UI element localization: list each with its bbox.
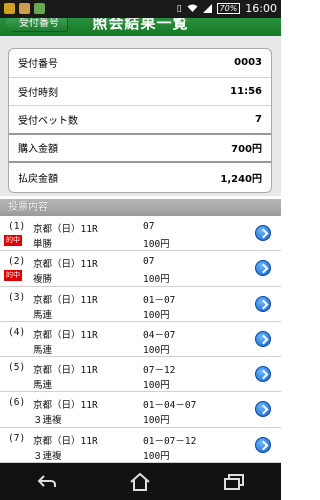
bet-combination: 07－12	[143, 365, 176, 377]
chevron-right-icon[interactable]	[255, 366, 271, 383]
clock: 16:00	[245, 2, 277, 15]
chevron-right-icon[interactable]	[255, 260, 271, 277]
bet-row[interactable]: (4) 京都（日）11R 馬連 04－07 100円	[0, 322, 281, 358]
summary-label: 受付番号	[18, 59, 58, 71]
bet-combination: 01－04－07	[143, 400, 197, 412]
bet-number: (3)	[8, 291, 26, 303]
bets-section-header: 投票内容	[0, 199, 281, 216]
bet-number: (5)	[8, 362, 26, 374]
bet-combination: 01－07	[143, 294, 176, 306]
chevron-right-icon[interactable]	[255, 401, 271, 418]
bet-amount: 100円	[143, 450, 170, 462]
nav-home-button[interactable]	[110, 467, 170, 497]
summary-row-receipt-number: 受付番号 0003	[9, 49, 271, 78]
hit-badge: 的中	[4, 235, 22, 246]
status-bar: ▯ 70% 16:00	[0, 0, 281, 18]
system-nav-bar	[0, 463, 281, 500]
summary-section: 受付番号 0003 受付時刻 11:56 受付ベット数 7 購入金額 700円 …	[0, 36, 281, 196]
bet-amount: 100円	[143, 344, 170, 356]
summary-value: 0003	[234, 57, 262, 69]
bet-amount: 100円	[143, 274, 170, 286]
bet-number: (4)	[8, 326, 26, 338]
bet-race: 京都（日）11R	[33, 259, 98, 271]
bet-number: (1)	[8, 221, 26, 232]
bet-row[interactable]: (3) 京都（日）11R 馬連 01－07 100円	[0, 287, 281, 322]
vibrate-icon: ▯	[176, 3, 182, 14]
summary-row-bet-count: 受付ベット数 7	[9, 106, 271, 135]
summary-value: 7	[255, 113, 262, 125]
notification-icon	[4, 3, 15, 14]
bet-row[interactable]: (1) 的中 京都（日）11R 単勝 07 100円	[0, 216, 281, 252]
summary-label: 払戻金額	[18, 173, 58, 185]
bet-race: 京都（日）11R	[33, 435, 98, 447]
bet-type: ３連複	[33, 415, 62, 427]
bet-combination: 07	[143, 256, 155, 268]
bet-amount: 100円	[143, 309, 170, 321]
bet-list[interactable]: (1) 的中 京都（日）11R 単勝 07 100円 (2) 的中 京都（日）1…	[0, 216, 281, 463]
bet-race: 京都（日）11R	[33, 400, 98, 412]
bet-race: 京都（日）11R	[33, 224, 98, 235]
summary-label: 受付時刻	[18, 87, 58, 99]
bet-type: 複勝	[33, 274, 53, 286]
bet-row[interactable]: (2) 的中 京都（日）11R 複勝 07 100円	[0, 251, 281, 287]
status-right: ▯ 70% 16:00	[177, 2, 277, 15]
signal-icon	[202, 4, 212, 13]
bet-combination: 07	[143, 221, 155, 232]
app-icon	[19, 3, 30, 14]
summary-row-purchase-amount: 購入金額 700円	[9, 135, 271, 163]
chevron-right-icon[interactable]	[255, 436, 271, 453]
summary-value: 1,240円	[220, 173, 262, 185]
bet-amount: 100円	[143, 415, 170, 427]
bet-type: 馬連	[33, 380, 53, 392]
bet-combination: 04－07	[143, 329, 176, 341]
bet-row[interactable]: (6) 京都（日）11R ３連複 01－04－07 100円	[0, 392, 281, 428]
bet-row[interactable]: (5) 京都（日）11R 馬連 07－12 100円	[0, 357, 281, 393]
battery-icon: 70%	[216, 3, 241, 14]
bet-number: (7)	[8, 432, 26, 444]
status-left-icons	[4, 3, 45, 14]
summary-value: 11:56	[230, 85, 262, 97]
app-header: 受付番号 照会結果一覧	[0, 18, 281, 36]
bet-race: 京都（日）11R	[33, 365, 98, 377]
bet-number: (6)	[8, 397, 26, 409]
summary-value: 700円	[231, 144, 262, 156]
recent-apps-icon	[224, 473, 245, 490]
bet-type: 単勝	[33, 239, 53, 250]
bet-row[interactable]: (7) 京都（日）11R ３連複 01－07－12 100円	[0, 428, 281, 463]
summary-card: 受付番号 0003 受付時刻 11:56 受付ベット数 7 購入金額 700円 …	[8, 48, 272, 193]
nav-recent-button[interactable]	[204, 467, 264, 497]
chevron-right-icon[interactable]	[255, 225, 271, 241]
summary-row-receipt-time: 受付時刻 11:56	[9, 78, 271, 106]
home-icon	[130, 472, 151, 491]
bet-type: ３連複	[33, 450, 62, 462]
page-title: 照会結果一覧	[92, 18, 189, 32]
bet-type: 馬連	[33, 309, 53, 321]
bet-race: 京都（日）11R	[33, 329, 98, 341]
summary-row-payout-amount: 払戻金額 1,240円	[9, 163, 271, 192]
bet-combination: 01－07－12	[143, 435, 197, 447]
bet-amount: 100円	[143, 380, 170, 392]
nav-back-button[interactable]	[17, 467, 77, 497]
app-icon-2	[34, 3, 45, 14]
bet-amount: 100円	[143, 239, 170, 250]
hit-badge: 的中	[4, 270, 22, 282]
bet-number: (2)	[8, 256, 26, 268]
chevron-right-icon[interactable]	[255, 295, 271, 312]
back-icon	[37, 474, 56, 487]
summary-label: 受付ベット数	[18, 115, 78, 127]
chevron-right-icon[interactable]	[255, 330, 271, 347]
bet-type: 馬連	[33, 344, 53, 356]
bet-race: 京都（日）11R	[33, 294, 98, 306]
wifi-icon	[187, 4, 198, 12]
summary-label: 購入金額	[18, 144, 58, 156]
